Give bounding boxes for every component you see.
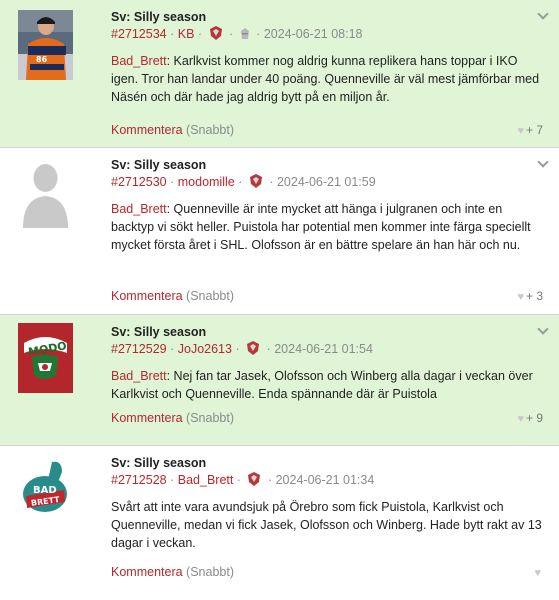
like-count: + 3 — [525, 289, 543, 303]
post-actions: Kommentera (Snabbt) ♥ + 9 — [111, 410, 543, 426]
author-link[interactable]: KB — [178, 27, 195, 41]
heart-icon: ♥ — [517, 125, 524, 137]
comment-link[interactable]: Kommentera — [111, 289, 183, 303]
post-title: Sv: Silly season — [111, 325, 207, 339]
post-meta: #2712530 · modomille · · 2024-06-21 01:5… — [111, 173, 543, 193]
team-badge-icon — [209, 25, 223, 45]
author-link[interactable]: JoJo2613 — [178, 342, 232, 356]
quoted-user-link[interactable]: Bad_Brett — [111, 54, 167, 68]
avatar-text: BAD — [33, 485, 57, 496]
post-meta: #2712528 · Bad_Brett · · 2024-06-21 01:3… — [111, 471, 543, 491]
like-button[interactable]: ♥ — [534, 564, 543, 581]
like-button[interactable]: ♥ + 7 — [517, 122, 543, 139]
post-item: Sv: Silly season #2712530 · modomille · … — [0, 148, 559, 315]
quoted-user-link[interactable]: Bad_Brett — [111, 202, 167, 216]
post-id-link[interactable]: #2712530 — [111, 175, 167, 189]
quick-comment-link[interactable]: (Snabbt) — [186, 289, 234, 303]
post-item: MODO Sv: Silly season #2712529 · JoJo261… — [0, 315, 559, 446]
author-link[interactable]: modomille — [178, 175, 235, 189]
post-date: 2024-06-21 08:18 — [263, 27, 363, 41]
post-actions: Kommentera (Snabbt) ♥ — [111, 564, 543, 580]
club-crest-icon — [240, 27, 250, 45]
post-meta: #2712529 · JoJo2613 · · 2024-06-21 01:54 — [111, 340, 543, 360]
author-link[interactable]: Bad_Brett — [178, 473, 234, 487]
post-feed: 86 Sv: Silly season #2712534 · KB · · · … — [0, 0, 559, 600]
like-button[interactable]: ♥ + 3 — [517, 288, 543, 305]
post-meta: #2712534 · KB · · · 2024-06-21 08:18 — [111, 25, 543, 45]
post-id-link[interactable]: #2712534 — [111, 27, 167, 41]
post-text: Svårt att inte vara avundsjuk på Örebro … — [111, 500, 542, 550]
post-title: Sv: Silly season — [111, 158, 207, 172]
post-actions: Kommentera (Snabbt) ♥ + 3 — [111, 288, 543, 304]
like-button[interactable]: ♥ + 9 — [517, 410, 543, 427]
post-body: Bad_Brett: Nej fan tar Jasek, Olofsson o… — [111, 369, 533, 401]
quoted-user-link[interactable]: Bad_Brett — [111, 369, 167, 383]
post-date: 2024-06-21 01:54 — [274, 342, 373, 356]
post-body: Bad_Brett: Quenneville är inte mycket at… — [111, 202, 531, 252]
post-date: 2024-06-21 01:59 — [276, 175, 376, 189]
team-badge-icon — [247, 471, 261, 491]
avatar-bad-brett-badge[interactable]: BAD BRETT — [18, 458, 73, 518]
post-id-link[interactable]: #2712529 — [111, 342, 167, 356]
post-text: Quenneville är inte mycket att hänga i j… — [111, 202, 531, 252]
post-actions: Kommentera (Snabbt) ♥ + 7 — [111, 122, 543, 138]
post-body: Svårt att inte vara avundsjuk på Örebro … — [111, 498, 543, 552]
post-item: 86 Sv: Silly season #2712534 · KB · · · … — [0, 0, 559, 148]
avatar-default-user[interactable] — [18, 158, 73, 228]
avatar-player-photo[interactable]: 86 — [18, 10, 73, 80]
heart-icon: ♥ — [517, 291, 524, 303]
post-text: Nej fan tar Jasek, Olofsson och Winberg … — [111, 369, 533, 401]
svg-text:86: 86 — [36, 55, 48, 64]
like-count: + 7 — [525, 123, 543, 137]
post-title: Sv: Silly season — [111, 456, 207, 470]
post-text: Karlkvist kommer nog aldrig kunna replik… — [111, 54, 540, 104]
post-body: Bad_Brett: Karlkvist kommer nog aldrig k… — [111, 54, 540, 104]
quick-comment-link[interactable]: (Snabbt) — [186, 565, 234, 579]
post-id-link[interactable]: #2712528 — [111, 473, 167, 487]
post-item: BAD BRETT Sv: Silly season #2712528 · Ba… — [0, 446, 559, 600]
like-count: + 9 — [525, 411, 543, 425]
avatar-modo-logo[interactable]: MODO — [18, 323, 73, 393]
heart-icon: ♥ — [517, 413, 524, 425]
post-title: Sv: Silly season — [111, 10, 207, 24]
team-badge-icon — [249, 173, 263, 193]
comment-link[interactable]: Kommentera — [111, 565, 183, 579]
comment-link[interactable]: Kommentera — [111, 123, 183, 137]
quick-comment-link[interactable]: (Snabbt) — [186, 123, 234, 137]
post-date: 2024-06-21 01:34 — [275, 473, 375, 487]
team-badge-icon — [246, 340, 260, 360]
heart-icon: ♥ — [534, 567, 541, 579]
quick-comment-link[interactable]: (Snabbt) — [186, 411, 234, 425]
comment-link[interactable]: Kommentera — [111, 411, 183, 425]
